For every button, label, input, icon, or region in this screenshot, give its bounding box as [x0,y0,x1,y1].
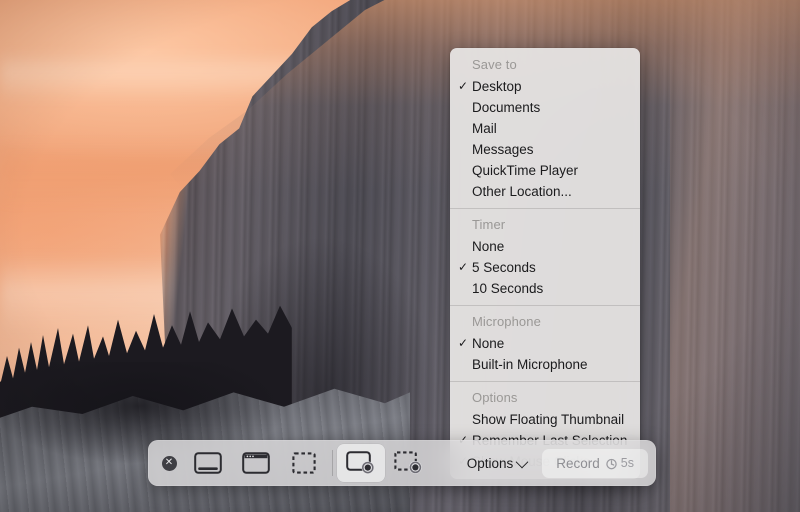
menu-item-show-floating-thumbnail[interactable]: Show Floating Thumbnail [450,409,640,430]
chevron-down-icon [516,455,529,468]
capture-selected-window-button[interactable] [232,444,280,482]
menu-item-label: 10 Seconds [472,281,543,296]
record-button[interactable]: Record 5s [542,449,648,478]
menu-item-label: Documents [472,100,540,115]
menu-separator [450,381,640,382]
menu-item-documents[interactable]: Documents [450,97,640,118]
options-dropdown-button[interactable]: Options [458,450,537,477]
menu-item-label: Mail [472,121,497,136]
menu-item-other-location[interactable]: Other Location... [450,181,640,202]
wallpaper-vignette [0,0,800,512]
screenshot-options-menu[interactable]: Save to ✓ Desktop Documents Mail Message… [450,48,640,479]
record-selected-portion-button[interactable] [385,444,433,482]
menu-item-timer-none[interactable]: None [450,236,640,257]
dashed-record-icon [394,451,424,475]
menu-item-timer-5-seconds[interactable]: ✓ 5 Seconds [450,257,640,278]
menu-item-microphone-none[interactable]: ✓ None [450,333,640,354]
menu-item-label: Messages [472,142,534,157]
menu-section-header-microphone: Microphone [450,311,640,333]
desktop-screen: Save to ✓ Desktop Documents Mail Message… [0,0,800,512]
menu-section-header-timer: Timer [450,214,640,236]
menu-item-label: None [472,239,504,254]
screen-icon [194,452,222,474]
options-button-label: Options [467,456,514,471]
menu-item-label: Desktop [472,79,522,94]
record-timer-badge: 5s [605,456,634,470]
record-timer-value: 5s [621,456,634,470]
checkmark-icon: ✓ [457,335,469,352]
checkmark-icon: ✓ [457,259,469,276]
screenshot-toolbar[interactable]: ✕ [148,440,656,486]
menu-item-label: QuickTime Player [472,163,578,178]
menu-item-label: Other Location... [472,184,572,199]
capture-entire-screen-button[interactable] [184,444,232,482]
menu-separator [450,305,640,306]
menu-item-messages[interactable]: Messages [450,139,640,160]
screen-record-icon [346,451,376,475]
checkmark-icon: ✓ [457,78,469,95]
menu-item-built-in-microphone[interactable]: Built-in Microphone [450,354,640,375]
record-button-label: Record [556,456,600,471]
menu-item-timer-10-seconds[interactable]: 10 Seconds [450,278,640,299]
menu-item-quicktime-player[interactable]: QuickTime Player [450,160,640,181]
menu-section-header-save-to: Save to [450,54,640,76]
menu-section-header-options: Options [450,387,640,409]
close-button[interactable]: ✕ [154,440,184,486]
menu-item-mail[interactable]: Mail [450,118,640,139]
menu-item-desktop[interactable]: ✓ Desktop [450,76,640,97]
menu-separator [450,208,640,209]
window-icon [242,452,270,474]
menu-item-label: None [472,336,504,351]
capture-selected-portion-button[interactable] [280,444,328,482]
toolbar-divider [332,450,333,476]
record-entire-screen-button[interactable] [337,444,385,482]
menu-item-label: Built-in Microphone [472,357,588,372]
dashed-selection-icon [292,452,316,474]
close-icon: ✕ [162,456,177,471]
menu-item-label: 5 Seconds [472,260,536,275]
timer-icon [605,457,618,470]
menu-item-label: Show Floating Thumbnail [472,412,624,427]
